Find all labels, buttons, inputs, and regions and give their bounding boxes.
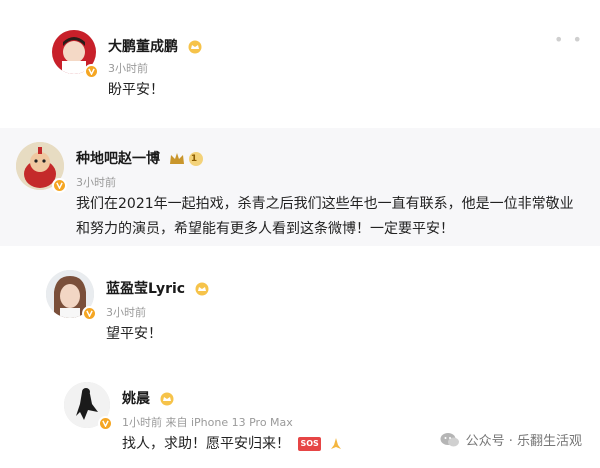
comment-item: • • 大鹏董成鹏 3小时前 盼平安！ [0,14,600,124]
comment-time: 3小时前 [106,306,146,319]
comment-item: 姚晨 1小时前 来自 iPhone 13 Pro Max 找人，求助！愿平安归来… [0,372,600,468]
member-level-badge: 1 [188,152,204,166]
comment-text: 我们在2021年一起拍戏，杀青之后我们这些年也一直有联系，他是一位非常敬业 和努… [76,192,596,242]
comment-text: 望平安！ [106,326,162,342]
comment-item: 种地吧赵一博 1 3小时前 我们在2021年一起拍戏，杀青之后我们这些年也一直有… [0,128,600,246]
verified-badge-icon [98,416,113,431]
sos-emoji-icon: SOS [298,437,321,451]
more-icon[interactable]: • • [554,30,584,49]
crown-icon [169,153,184,164]
comment-author[interactable]: 大鹏董成鹏 [108,36,203,56]
comment-time: 1小时前 来自 iPhone 13 Pro Max [122,416,293,429]
verified-badge-icon [52,178,67,193]
comment-item: 蓝盈莹Lyric 3小时前 望平安！ [0,262,600,362]
comment-text: 盼平安！ [108,82,164,98]
comment-text-body: 找人，求助！愿平安归来！ [122,436,290,452]
watermark: 公众号 · 乐翻生活观 [440,430,582,449]
comment-text-line: 和努力的演员，希望能有更多人看到这条微博！一定要平安！ [76,221,454,237]
comment-author[interactable]: 姚晨 [122,388,175,408]
crown-icon [160,392,174,406]
crown-icon [195,282,209,296]
comment-text: 找人，求助！愿平安归来！ SOS [122,432,343,457]
comment-time: 3小时前 [108,62,148,75]
comment-time: 3小时前 [76,176,116,189]
wechat-icon [440,432,459,446]
comment-author[interactable]: 蓝盈莹Lyric [106,278,210,298]
verified-badge-icon [84,64,99,79]
comment-text-line: 我们在2021年一起拍戏，杀青之后我们这些年也一直有联系，他是一位非常敬业 [76,196,574,212]
verified-badge-icon [82,306,97,321]
crown-icon [188,40,202,54]
praying-hands-icon [331,438,342,449]
watermark-text: 公众号 · 乐翻生活观 [465,434,582,449]
comment-author[interactable]: 种地吧赵一博 1 [76,148,204,168]
